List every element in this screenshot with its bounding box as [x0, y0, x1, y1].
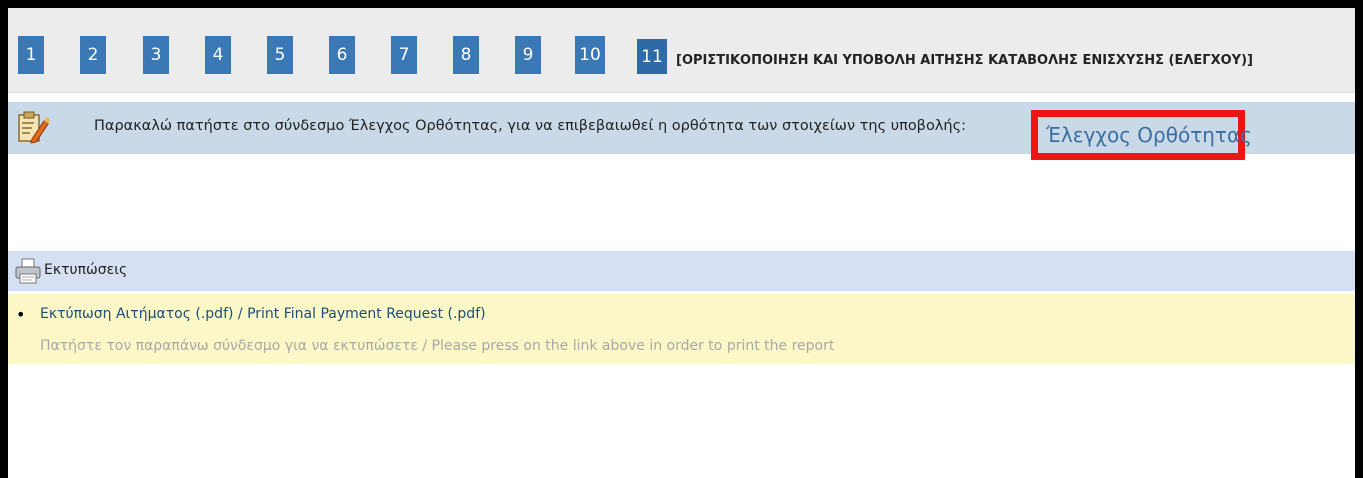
- step-4-button[interactable]: 4: [205, 36, 231, 74]
- clipboard-edit-icon: [18, 111, 50, 144]
- step-5-button[interactable]: 5: [267, 36, 293, 74]
- step-10-button[interactable]: 10: [575, 36, 605, 74]
- prints-section-header: Εκτυπώσεις: [8, 251, 1355, 291]
- step-1-button[interactable]: 1: [18, 36, 44, 74]
- step-3-button[interactable]: 3: [143, 36, 169, 74]
- page-frame: 1 2 3 4 5 6 7 8 9 10 11 [ΟΡΙΣΤΙΚΟΠΟΙΗΣΗ …: [8, 8, 1355, 478]
- prints-section-title: Εκτυπώσεις: [44, 262, 128, 278]
- step-7-button[interactable]: 7: [391, 36, 417, 74]
- step-9-button[interactable]: 9: [515, 36, 541, 74]
- step-8-button[interactable]: 8: [453, 36, 479, 74]
- step-2-button[interactable]: 2: [80, 36, 106, 74]
- print-hint-text: Πατήστε τον παραπάνω σύνδεσμο για να εκτ…: [40, 338, 835, 354]
- step-6-button[interactable]: 6: [329, 36, 355, 74]
- step-title: [ΟΡΙΣΤΙΚΟΠΟΙΗΣΗ ΚΑΙ ΥΠΟΒΟΛΗ ΑΙΤΗΣΗΣ ΚΑΤΑ…: [676, 53, 1253, 68]
- correctness-check-link[interactable]: Έλεγχος Ορθότητας: [1031, 110, 1252, 160]
- step-11-current: 11: [637, 39, 667, 74]
- prints-list: • Εκτύπωση Αιτήματος (.pdf) / Print Fina…: [8, 294, 1355, 364]
- print-payment-request-link[interactable]: Εκτύπωση Αιτήματος (.pdf) / Print Final …: [40, 306, 486, 322]
- notice-text: Παρακαλώ πατήστε στο σύνδεσμο Έλεγχος Ορ…: [94, 118, 966, 134]
- printer-icon: [15, 258, 41, 284]
- list-bullet: •: [16, 305, 26, 324]
- wizard-step-bar: 1 2 3 4 5 6 7 8 9 10 11 [ΟΡΙΣΤΙΚΟΠΟΙΗΣΗ …: [8, 8, 1355, 93]
